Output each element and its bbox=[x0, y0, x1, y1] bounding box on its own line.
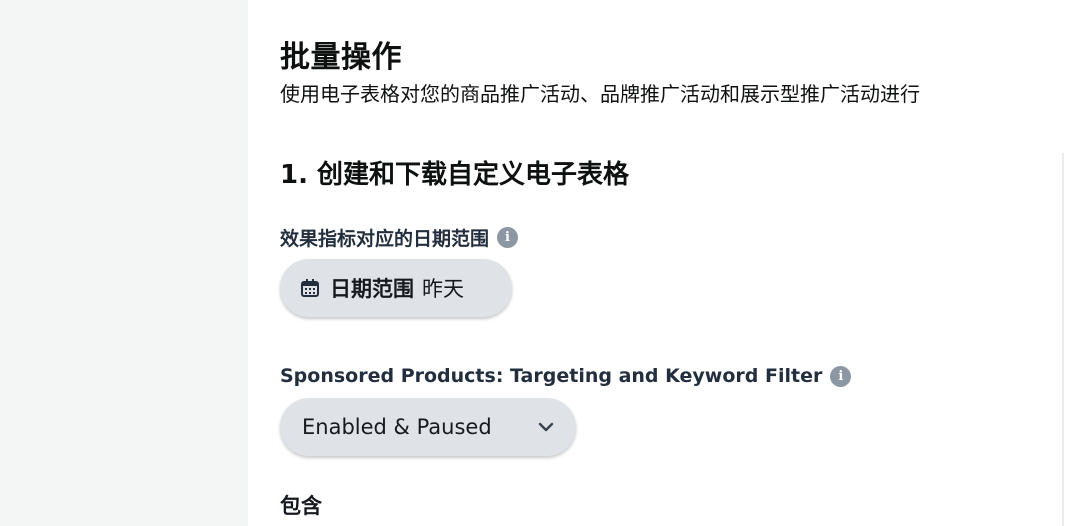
include-label: 包含 bbox=[280, 494, 322, 518]
right-divider bbox=[1062, 153, 1064, 526]
main-content: 批量操作 使用电子表格对您的商品推广活动、品牌推广活动和展示型推广活动进行 1.… bbox=[280, 0, 1080, 526]
sp-filter-selected-value: Enabled & Paused bbox=[302, 415, 492, 439]
section-title: 1. 创建和下载自定义电子表格 bbox=[280, 160, 630, 190]
info-icon[interactable]: i bbox=[830, 365, 852, 387]
page-description: 使用电子表格对您的商品推广活动、品牌推广活动和展示型推广活动进行 bbox=[280, 82, 920, 106]
sp-filter-dropdown[interactable]: Enabled & Paused bbox=[280, 398, 576, 456]
date-range-button-value: 昨天 bbox=[422, 277, 464, 301]
sp-filter-label: Sponsored Products: Targeting and Keywor… bbox=[280, 365, 823, 387]
sp-filter-field-label: Sponsored Products: Targeting and Keywor… bbox=[280, 365, 852, 387]
date-range-field-label: 效果指标对应的日期范围 i bbox=[280, 224, 519, 251]
chevron-down-icon bbox=[538, 422, 554, 432]
date-range-button-label: 日期范围 bbox=[330, 277, 414, 301]
date-range-label: 效果指标对应的日期范围 bbox=[280, 228, 490, 250]
date-range-button[interactable]: 日期范围 昨天 bbox=[280, 259, 512, 317]
page-title: 批量操作 bbox=[280, 40, 402, 75]
left-gutter bbox=[0, 0, 248, 526]
info-icon[interactable]: i bbox=[497, 227, 519, 248]
calendar-icon bbox=[301, 279, 319, 297]
